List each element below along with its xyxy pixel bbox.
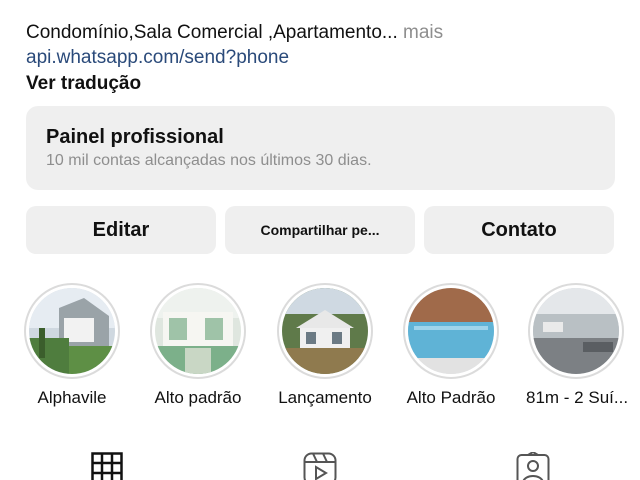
see-translation-link[interactable]: Ver tradução xyxy=(26,71,626,97)
highlight-ring xyxy=(403,283,499,379)
highlight-ring xyxy=(277,283,373,379)
highlight-ring xyxy=(528,283,624,379)
highlight-item[interactable]: Alphavile xyxy=(22,283,122,408)
highlight-item[interactable]: 81m - 2 Suí... xyxy=(526,283,629,408)
profile-bio: Condomínio,Sala Comercial ,Apartamento..… xyxy=(26,0,626,97)
highlight-item[interactable]: Lançamento xyxy=(275,283,375,408)
more-link[interactable]: mais xyxy=(403,22,443,43)
highlight-item[interactable]: Alto padrão xyxy=(148,283,248,408)
highlight-item[interactable]: Alto Padrão xyxy=(401,283,501,408)
highlight-cover-image xyxy=(29,288,115,374)
highlight-ring xyxy=(24,283,120,379)
tagged-icon[interactable] xyxy=(516,450,550,480)
reels-icon[interactable] xyxy=(303,452,337,480)
highlight-label: Lançamento xyxy=(278,388,372,407)
highlight-cover-image xyxy=(155,288,241,374)
edit-profile-button[interactable]: Editar xyxy=(26,206,216,254)
panel-subtitle: 10 mil contas alcançadas nos últimos 30 … xyxy=(46,152,372,169)
whatsapp-link[interactable]: api.whatsapp.com/send?phone xyxy=(26,45,626,71)
grid-icon[interactable] xyxy=(91,452,123,480)
bio-line-text: Condomínio,Sala Comercial ,Apartamento..… xyxy=(26,22,398,43)
panel-title: Painel profissional xyxy=(46,126,224,148)
highlight-cover-image xyxy=(533,288,619,374)
highlight-label: Alphavile xyxy=(37,388,107,407)
profile-tabs xyxy=(0,450,640,480)
contact-button[interactable]: Contato xyxy=(424,206,614,254)
highlight-label: 81m - 2 Suí... xyxy=(526,388,629,407)
story-highlights: Alphavile Alto padrão Lançamento Alto Pa… xyxy=(0,283,640,413)
highlight-label: Alto padrão xyxy=(154,388,242,407)
highlight-label: Alto Padrão xyxy=(406,388,496,407)
highlight-cover-image xyxy=(408,288,494,374)
bio-text: Condomínio,Sala Comercial ,Apartamento..… xyxy=(26,20,626,46)
highlight-cover-image xyxy=(282,288,368,374)
highlight-ring xyxy=(150,283,246,379)
professional-dashboard[interactable]: Painel profissional 10 mil contas alcanç… xyxy=(26,106,615,190)
bio-partial-line xyxy=(26,0,626,20)
share-profile-button[interactable]: Compartilhar pe... xyxy=(225,206,415,254)
